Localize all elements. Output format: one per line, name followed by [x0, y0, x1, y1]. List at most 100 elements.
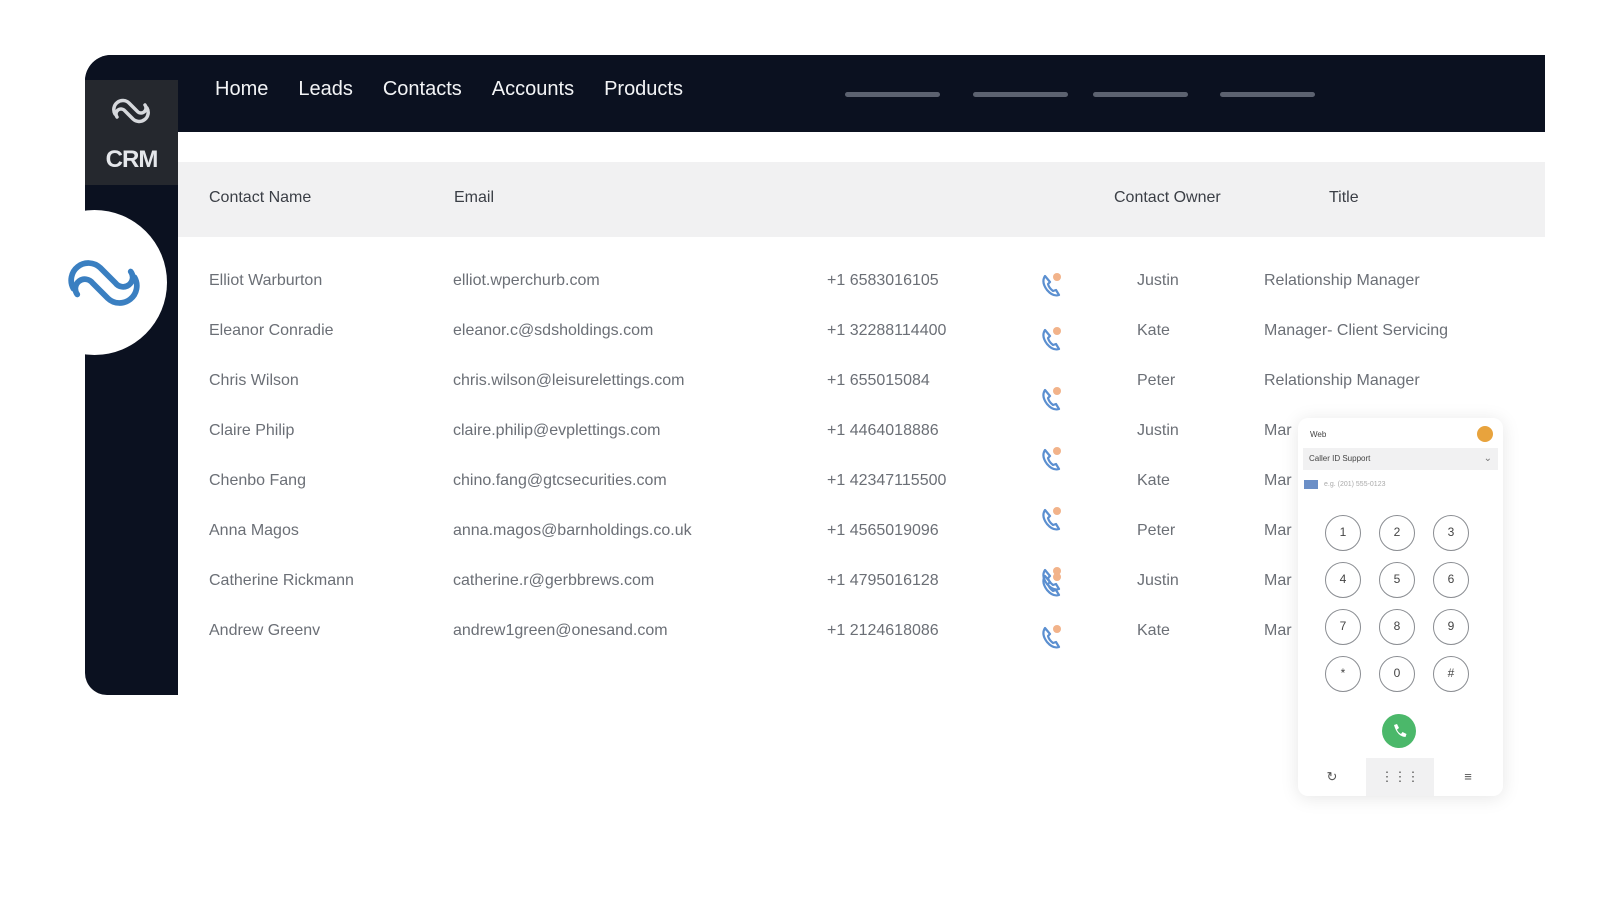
- contact-title: Mar: [1264, 572, 1292, 589]
- brand-block[interactable]: CRM: [85, 80, 178, 185]
- contact-email[interactable]: claire.philip@evplettings.com: [453, 422, 660, 440]
- contact-phone[interactable]: +1 4565019096: [827, 522, 939, 540]
- caller-id-select[interactable]: Caller ID Support ⌄: [1303, 448, 1498, 470]
- keypad-key[interactable]: 8: [1379, 609, 1415, 645]
- table-row[interactable]: Eleanor Conradie eleanor.c@sdsholdings.co…: [178, 322, 1448, 362]
- contact-title: Mar: [1264, 522, 1292, 539]
- top-nav-bar: Home Leads Contacts Accounts Products: [85, 55, 1545, 132]
- keypad-tab[interactable]: ⋮⋮⋮: [1366, 758, 1434, 796]
- table-row[interactable]: Anna Magos anna.magos@barnholdings.co.uk +…: [178, 522, 1308, 591]
- header-email[interactable]: Email: [454, 189, 494, 207]
- nav-home[interactable]: Home: [215, 78, 268, 101]
- click-to-call-icon[interactable]: [1039, 324, 1065, 352]
- keypad-key[interactable]: 2: [1379, 515, 1415, 551]
- keypad-key[interactable]: 0: [1379, 656, 1415, 692]
- contact-title: Relationship Manager: [1264, 272, 1420, 289]
- header-contact-owner[interactable]: Contact Owner: [1114, 189, 1221, 207]
- header-contact-name[interactable]: Contact Name: [209, 189, 311, 207]
- click-to-call-icon[interactable]: [1039, 570, 1065, 598]
- contact-owner: Justin: [1137, 422, 1179, 439]
- keypad-key[interactable]: *: [1325, 656, 1361, 692]
- contact-title: Mar: [1264, 422, 1292, 439]
- recent-calls-tab[interactable]: ↻: [1298, 758, 1366, 796]
- contact-phone[interactable]: +1 4464018886: [827, 422, 939, 440]
- phone-icon: [1394, 724, 1407, 737]
- contact-phone[interactable]: +1 4795016128: [827, 572, 939, 590]
- click-to-call-icon[interactable]: [1039, 270, 1065, 298]
- nav-placeholder[interactable]: [1093, 92, 1188, 97]
- logo-badge: [22, 210, 167, 355]
- contact-phone[interactable]: +1 32288114400: [827, 322, 946, 340]
- dialer-tabs: ↻ ⋮⋮⋮ ≡: [1298, 758, 1503, 796]
- nav-placeholder[interactable]: [1220, 92, 1315, 97]
- contact-owner: Kate: [1137, 322, 1170, 339]
- click-to-call-icon[interactable]: [1039, 622, 1065, 650]
- nav-products[interactable]: Products: [604, 78, 683, 101]
- header-title[interactable]: Title: [1329, 189, 1359, 207]
- click-to-call-icon[interactable]: [1039, 384, 1065, 412]
- chevron-down-icon: ⌄: [1483, 453, 1492, 464]
- contact-owner: Justin: [1137, 572, 1179, 589]
- contact-email[interactable]: anna.magos@barnholdings.co.uk: [453, 522, 692, 540]
- keypad-key[interactable]: 1: [1325, 515, 1361, 551]
- country-flag-icon[interactable]: [1304, 479, 1318, 489]
- contact-name[interactable]: Eleanor Conradie: [209, 322, 334, 340]
- nav-placeholder[interactable]: [973, 92, 1068, 97]
- keypad-key[interactable]: 5: [1379, 562, 1415, 598]
- contact-name[interactable]: Claire Philip: [209, 422, 294, 440]
- keypad-key[interactable]: 6: [1433, 562, 1469, 598]
- keypad-key[interactable]: #: [1433, 656, 1469, 692]
- contact-name[interactable]: Chenbo Fang: [209, 472, 306, 490]
- contact-title: Relationship Manager: [1264, 372, 1420, 389]
- contact-name[interactable]: Andrew Greenv: [209, 622, 320, 640]
- contact-phone[interactable]: +1 6583016105: [827, 272, 939, 290]
- contact-title: Mar: [1264, 622, 1292, 639]
- contact-name[interactable]: Catherine Rickmann: [209, 572, 354, 590]
- contact-owner: Justin: [1137, 272, 1179, 289]
- contact-name[interactable]: Chris Wilson: [209, 372, 299, 390]
- nav-leads[interactable]: Leads: [298, 78, 353, 101]
- dialer-header: Web: [1310, 430, 1327, 439]
- contact-title: Manager- Client Servicing: [1264, 322, 1449, 339]
- recent-icon: ↻: [1326, 769, 1338, 784]
- phone-number-input[interactable]: e.g. (201) 555-0123: [1304, 476, 1494, 494]
- contact-name[interactable]: Anna Magos: [209, 522, 299, 540]
- keypad-key[interactable]: 4: [1325, 562, 1361, 598]
- table-row[interactable]: Elliot Warburton elliot.wperchurb.com +1 6…: [178, 270, 1420, 312]
- contact-email[interactable]: chino.fang@gtcsecurities.com: [453, 472, 667, 490]
- menu-icon: ≡: [1464, 769, 1472, 784]
- table-row[interactable]: Andrew Greenv andrew1green@onesand.com +1 …: [178, 622, 1308, 662]
- keypad-key[interactable]: 9: [1433, 609, 1469, 645]
- keypad-key[interactable]: 7: [1325, 609, 1361, 645]
- table-row[interactable]: Chenbo Fang chino.fang@gtcsecurities.com +…: [178, 472, 1308, 531]
- nav-placeholder[interactable]: [845, 92, 940, 97]
- nav-contacts[interactable]: Contacts: [383, 78, 462, 101]
- table-row[interactable]: Catherine Rickmann catherine.r@gerbbrews.…: [178, 572, 1308, 612]
- contact-name[interactable]: Elliot Warburton: [209, 272, 322, 290]
- table-row[interactable]: Claire Philip claire.philip@evplettings.c…: [178, 422, 1308, 471]
- nav-accounts[interactable]: Accounts: [492, 78, 574, 101]
- crm-logo-icon: [68, 260, 140, 306]
- user-avatar[interactable]: [1477, 426, 1493, 442]
- contact-phone[interactable]: +1 42347115500: [827, 472, 946, 490]
- brand-name: CRM: [105, 146, 159, 173]
- contact-email[interactable]: chris.wilson@leisurelettings.com: [453, 372, 684, 390]
- contact-owner: Kate: [1137, 622, 1170, 639]
- contact-phone[interactable]: +1 2124618086: [827, 622, 939, 640]
- contact-email[interactable]: catherine.r@gerbbrews.com: [453, 572, 654, 590]
- contact-email[interactable]: elliot.wperchurb.com: [453, 272, 600, 290]
- table-row[interactable]: Chris Wilson chris.wilson@leisurelettings…: [178, 372, 1420, 412]
- contact-email[interactable]: eleanor.c@sdsholdings.com: [453, 322, 653, 340]
- main-nav: Home Leads Contacts Accounts Products: [215, 78, 713, 101]
- menu-tab[interactable]: ≡: [1434, 758, 1502, 796]
- keypad-key[interactable]: 3: [1433, 515, 1469, 551]
- contact-email[interactable]: andrew1green@onesand.com: [453, 622, 668, 640]
- contact-owner: Peter: [1137, 372, 1176, 389]
- phone-placeholder: e.g. (201) 555-0123: [1324, 481, 1386, 488]
- contact-owner: Peter: [1137, 522, 1176, 539]
- click-to-call-icon[interactable]: [1039, 444, 1065, 472]
- call-button[interactable]: [1382, 714, 1416, 748]
- contact-phone[interactable]: +1 655015084: [827, 372, 930, 390]
- sidebar: CRM: [22, 55, 178, 695]
- contact-owner: Kate: [1137, 472, 1170, 489]
